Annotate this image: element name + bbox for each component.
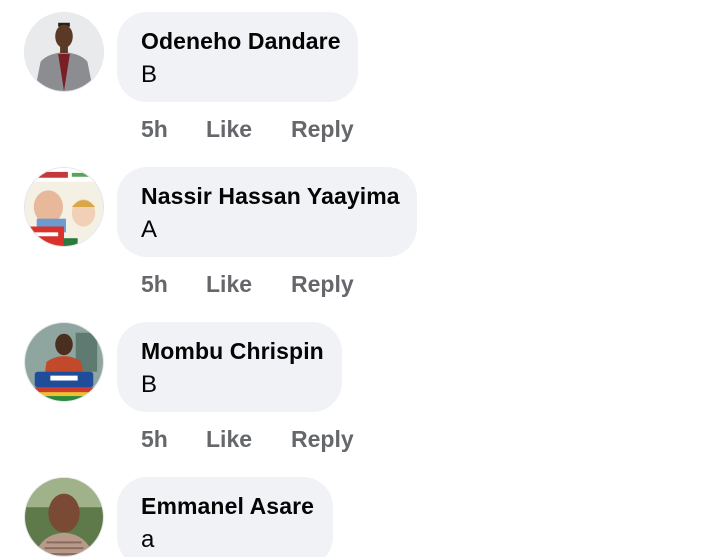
avatar[interactable] xyxy=(24,12,104,92)
comment-time[interactable]: 5h xyxy=(141,425,206,453)
reply-button[interactable]: Reply xyxy=(291,425,354,453)
avatar[interactable] xyxy=(24,477,104,557)
comment-author[interactable]: Emmanel Asare xyxy=(141,491,314,521)
comment-bubble: Odeneho Dandare B xyxy=(117,12,358,102)
avatar[interactable] xyxy=(24,322,104,402)
comment-author[interactable]: Mombu Chrispin xyxy=(141,336,324,366)
comment-time[interactable]: 5h xyxy=(141,115,206,143)
avatar-photo-icon xyxy=(25,478,103,556)
avatar-photo-icon xyxy=(25,168,103,246)
avatar-photo-icon xyxy=(25,323,103,401)
comment-actions: 5h Like Reply xyxy=(141,115,354,143)
avatar[interactable] xyxy=(24,167,104,247)
comment-author[interactable]: Odeneho Dandare xyxy=(141,26,341,56)
comment-text: B xyxy=(141,61,158,88)
comment-bubble: Emmanel Asare a xyxy=(117,477,333,557)
comment-bubble: Nassir Hassan Yaayima A xyxy=(117,167,417,257)
comment-author[interactable]: Nassir Hassan Yaayima xyxy=(141,181,400,211)
comment-text: A xyxy=(141,216,158,243)
reply-button[interactable]: Reply xyxy=(291,115,354,143)
comment-actions: 5h Like Reply xyxy=(141,425,354,453)
comment-time[interactable]: 5h xyxy=(141,270,206,298)
comment-actions: 5h Like Reply xyxy=(141,270,354,298)
comment-bubble: Mombu Chrispin B xyxy=(117,322,342,412)
comment-text: B xyxy=(141,371,158,398)
like-button[interactable]: Like xyxy=(206,425,291,453)
like-button[interactable]: Like xyxy=(206,115,291,143)
reply-button[interactable]: Reply xyxy=(291,270,354,298)
comment-text: a xyxy=(141,526,155,553)
like-button[interactable]: Like xyxy=(206,270,291,298)
avatar-photo-icon xyxy=(25,13,103,91)
